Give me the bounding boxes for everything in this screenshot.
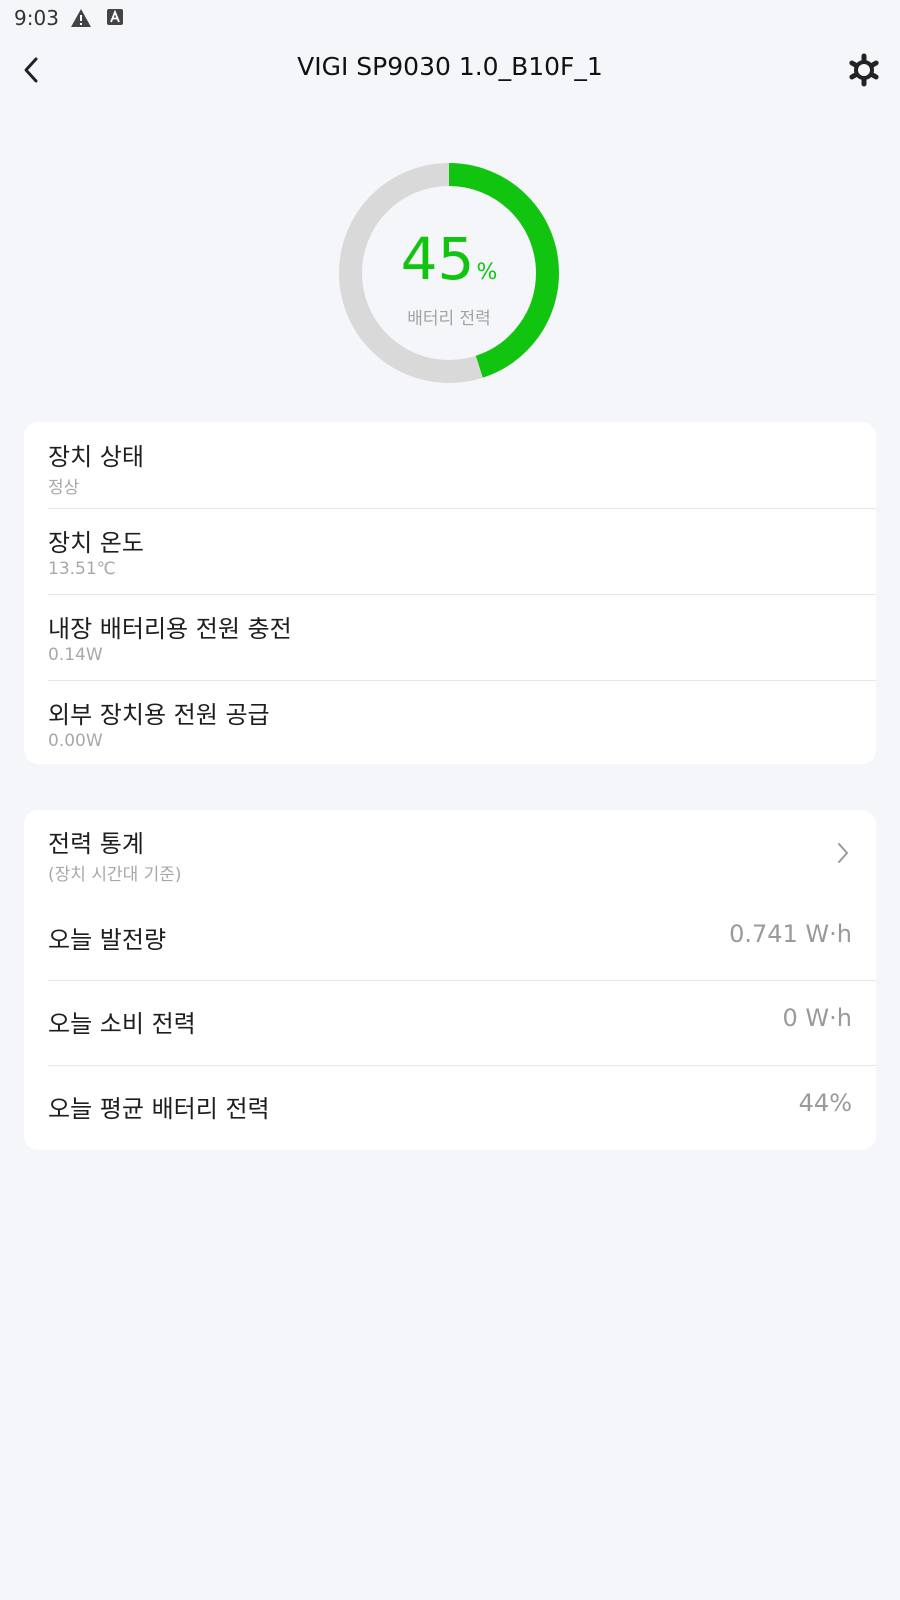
stat-row: 오늘 평균 배터리 전력 44% xyxy=(24,1065,876,1150)
device-temperature-value: 13.51℃ xyxy=(48,559,116,579)
power-stats-card: 전력 통계 (장치 시간대 기준) 오늘 발전량 0.741 W·h 오늘 소비… xyxy=(24,810,876,1150)
power-stats-header[interactable]: 전력 통계 (장치 시간대 기준) xyxy=(24,810,876,896)
battery-value: 45 xyxy=(400,225,475,293)
battery-label: 배터리 전력 xyxy=(407,309,491,329)
internal-charging-row: 내장 배터리용 전원 충전 0.14W xyxy=(24,594,876,680)
settings-button[interactable] xyxy=(844,50,884,90)
device-temperature-row: 장치 온도 13.51℃ xyxy=(24,508,876,594)
external-supply-value: 0.00W xyxy=(48,731,103,751)
warning-icon xyxy=(70,8,92,32)
status-bar: 9:03 xyxy=(0,0,900,36)
stat-label: 오늘 발전량 xyxy=(48,926,167,954)
battery-unit: % xyxy=(476,260,498,285)
power-stats-subtitle: (장치 시간대 기준) xyxy=(48,865,182,885)
stat-value: 44% xyxy=(798,1089,852,1117)
stat-value: 0.741 W·h xyxy=(729,920,852,948)
external-supply-title: 외부 장치용 전원 공급 xyxy=(48,701,270,729)
device-status-title: 장치 상태 xyxy=(48,443,144,471)
stat-label: 오늘 소비 전력 xyxy=(48,1010,196,1038)
device-info-card: 장치 상태 정상 장치 온도 13.51℃ 내장 배터리용 전원 충전 0.14… xyxy=(24,422,876,764)
internal-charging-title: 내장 배터리용 전원 충전 xyxy=(48,615,292,643)
stat-row: 오늘 소비 전력 0 W·h xyxy=(24,980,876,1065)
battery-gauge: 45% 배터리 전력 xyxy=(334,158,564,388)
gear-icon xyxy=(849,53,879,87)
internal-charging-value: 0.14W xyxy=(48,645,103,665)
external-supply-row: 외부 장치용 전원 공급 0.00W xyxy=(24,680,876,764)
keyboard-a-icon xyxy=(106,8,124,30)
stat-value: 0 W·h xyxy=(782,1004,852,1032)
device-temperature-title: 장치 온도 xyxy=(48,529,144,557)
battery-percentage: 45% xyxy=(334,230,564,288)
status-time: 9:03 xyxy=(14,6,59,30)
chevron-right-icon xyxy=(838,843,848,863)
app-bar: VIGI SP9030 1.0_B10F_1 xyxy=(0,36,900,104)
stat-row: 오늘 발전량 0.741 W·h xyxy=(24,896,876,980)
power-stats-title: 전력 통계 xyxy=(48,830,144,858)
device-status-row: 장치 상태 정상 xyxy=(24,422,876,508)
stat-label: 오늘 평균 배터리 전력 xyxy=(48,1095,270,1123)
page-title: VIGI SP9030 1.0_B10F_1 xyxy=(297,52,603,81)
device-status-value: 정상 xyxy=(48,478,80,498)
